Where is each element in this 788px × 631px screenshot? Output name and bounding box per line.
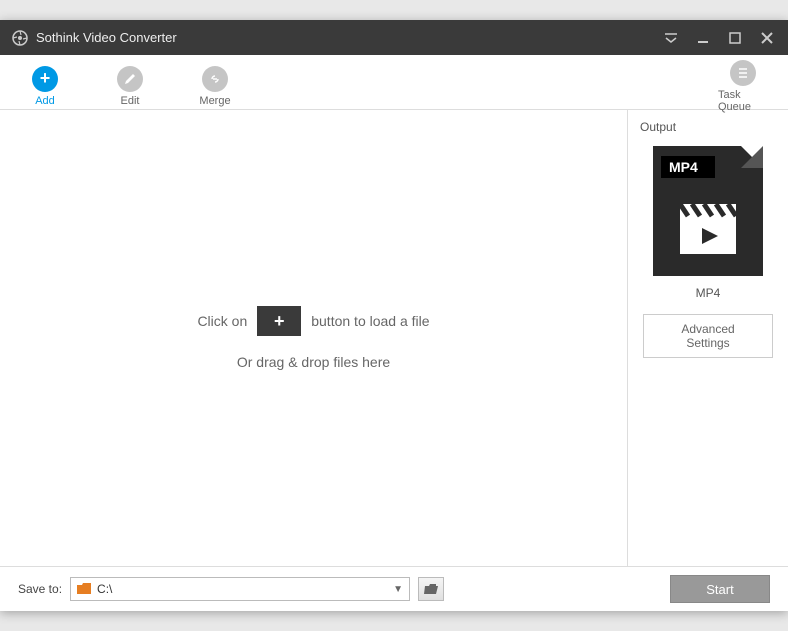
output-format-card[interactable]: MP4 xyxy=(653,146,763,276)
list-icon xyxy=(730,60,756,86)
output-header: Output xyxy=(628,120,688,146)
drop-zone[interactable]: Click on + button to load a file Or drag… xyxy=(0,110,628,566)
folder-open-icon xyxy=(424,583,438,595)
load-file-button[interactable]: + xyxy=(257,306,301,336)
save-to-label: Save to: xyxy=(18,582,62,596)
titlebar: Sothink Video Converter xyxy=(0,20,788,55)
save-path-value: C:\ xyxy=(97,582,112,596)
edit-label: Edit xyxy=(121,95,140,107)
format-label: MP4 xyxy=(696,286,721,300)
plus-icon: + xyxy=(274,311,285,332)
merge-label: Merge xyxy=(199,95,230,107)
start-button[interactable]: Start xyxy=(670,575,770,603)
clapperboard-icon xyxy=(653,178,763,276)
minimize-icon[interactable] xyxy=(694,29,712,47)
toolbar: + Add Edit Merge Task Queue xyxy=(0,55,788,110)
folder-icon xyxy=(77,583,91,595)
output-panel: Output MP4 MP4 Advanced Settings xyxy=(628,110,788,566)
app-title: Sothink Video Converter xyxy=(36,30,177,45)
add-label: Add xyxy=(35,95,55,107)
merge-button[interactable]: Merge xyxy=(190,66,240,107)
page-fold-icon xyxy=(741,146,763,168)
maximize-icon[interactable] xyxy=(726,29,744,47)
chevron-down-icon: ▼ xyxy=(393,584,403,595)
hint-load-file: button to load a file xyxy=(311,313,429,329)
format-badge: MP4 xyxy=(661,156,715,178)
footer: Save to: C:\ ▼ Start xyxy=(0,566,788,611)
advanced-settings-button[interactable]: Advanced Settings xyxy=(643,314,773,358)
close-icon[interactable] xyxy=(758,29,776,47)
app-logo-icon xyxy=(12,30,28,46)
hint-drag-drop: Or drag & drop files here xyxy=(237,354,390,370)
link-icon xyxy=(202,66,228,92)
plus-icon: + xyxy=(32,66,58,92)
save-path-select[interactable]: C:\ ▼ xyxy=(70,577,410,601)
hint-click-on: Click on xyxy=(197,313,247,329)
task-queue-label: Task Queue xyxy=(718,89,768,113)
dropdown-menu-icon[interactable] xyxy=(662,29,680,47)
pencil-icon xyxy=(117,66,143,92)
edit-button[interactable]: Edit xyxy=(105,66,155,107)
task-queue-button[interactable]: Task Queue xyxy=(718,60,768,113)
add-button[interactable]: + Add xyxy=(20,66,70,107)
browse-folder-button[interactable] xyxy=(418,577,444,601)
